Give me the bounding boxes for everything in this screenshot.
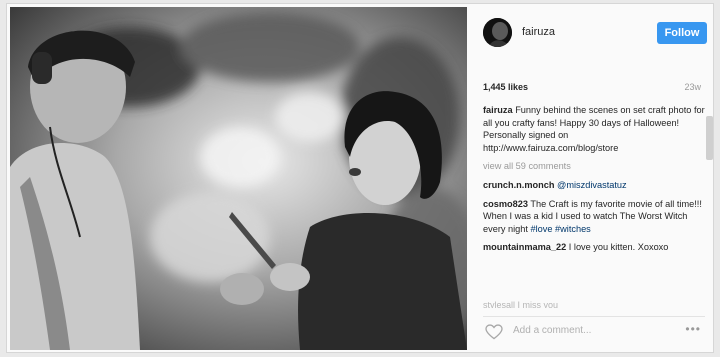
add-comment-input[interactable]: Add a comment...: [513, 325, 591, 336]
caption-text: Funny behind the scenes on set craft pho…: [483, 105, 705, 153]
avatar[interactable]: [483, 18, 512, 47]
comment-username[interactable]: mountainmama_22: [483, 242, 566, 252]
post-time[interactable]: 23w: [684, 82, 701, 92]
post-photo[interactable]: [10, 7, 467, 350]
likes-count[interactable]: 1,445 likes: [483, 82, 528, 92]
divider: [483, 316, 705, 317]
photo-image: [10, 7, 467, 350]
comments-list: fairuza Funny behind the scenes on set c…: [483, 104, 705, 300]
comment-username[interactable]: crunch.n.monch: [483, 180, 554, 190]
post-side-panel: fairuza Follow 1,445 likes 23w fairuza F…: [469, 4, 713, 352]
view-all-comments-link[interactable]: view all 59 comments: [483, 160, 705, 173]
instagram-post: fairuza Follow 1,445 likes 23w fairuza F…: [6, 3, 714, 353]
caption: fairuza Funny behind the scenes on set c…: [483, 104, 705, 154]
comment-text: I love you kitten. Xoxoxo: [568, 242, 669, 253]
avatar-image: [483, 18, 512, 47]
more-options-icon[interactable]: •••: [685, 322, 701, 336]
partial-comment: stylesall I miss you: [483, 300, 559, 308]
comment-item: cosmo823 The Craft is my favorite movie …: [483, 198, 705, 236]
comments-scrollbar[interactable]: [706, 116, 713, 160]
heart-icon[interactable]: [485, 324, 503, 340]
comment-username[interactable]: cosmo823: [483, 199, 528, 209]
comment-mention-link[interactable]: @miszdivastatuz: [557, 180, 627, 190]
header-username[interactable]: fairuza: [522, 26, 555, 38]
comment-hashtag-link[interactable]: #love #witches: [531, 224, 591, 234]
follow-button[interactable]: Follow: [657, 22, 707, 44]
comment-item: mountainmama_22 I love you kitten. Xoxox…: [483, 241, 705, 254]
post-header: fairuza Follow: [469, 4, 713, 62]
caption-username[interactable]: fairuza: [483, 105, 513, 115]
comment-item: crunch.n.monch @miszdivastatuz: [483, 179, 705, 192]
